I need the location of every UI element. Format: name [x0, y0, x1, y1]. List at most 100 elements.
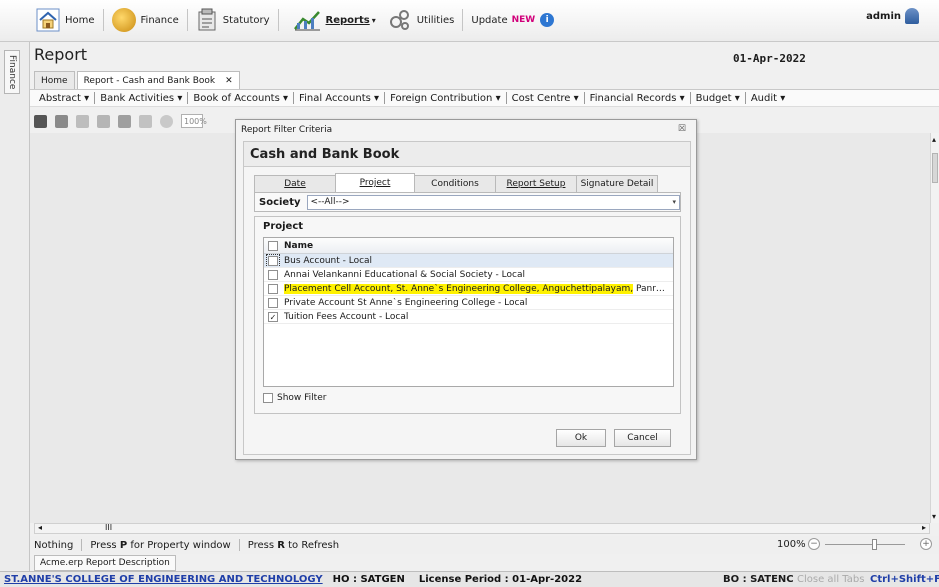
finance-side-tab[interactable]: Finance — [4, 50, 20, 95]
report-description-tab[interactable]: Acme.erp Report Description — [34, 555, 176, 571]
tab-signature-detail[interactable]: Signature Detail — [576, 175, 658, 192]
zoom-out-icon[interactable]: − — [808, 538, 820, 550]
page-title: Report — [34, 45, 88, 64]
hint-pre: Press — [90, 539, 120, 551]
statutory-icon — [198, 8, 216, 31]
report-filter-dialog: Report Filter Criteria ☒ Cash and Bank B… — [235, 119, 697, 460]
avatar — [905, 8, 919, 24]
menu-abstract[interactable]: Abstract ▾ — [34, 93, 94, 104]
menu-financial-records[interactable]: Financial Records ▾ — [585, 93, 690, 104]
open-icon[interactable] — [76, 114, 89, 128]
status-hint-property: Press P for Property window — [90, 540, 238, 551]
head-office: HO : SATGEN — [332, 574, 405, 585]
close-icon[interactable]: ☒ — [678, 124, 686, 134]
nav-divider — [102, 9, 104, 31]
vertical-scrollbar[interactable]: ▴ ▾ — [930, 133, 939, 523]
menu-abstract-label: Abstract — [39, 92, 81, 104]
show-filter-label: Show Filter — [277, 393, 327, 403]
project-checkbox[interactable] — [268, 269, 278, 280]
scroll-left-icon[interactable]: ◂ — [38, 523, 42, 532]
cancel-button[interactable]: Cancel — [614, 429, 671, 447]
menu-final-accounts[interactable]: Final Accounts ▾ — [294, 93, 384, 104]
zoom-icon[interactable] — [160, 114, 173, 128]
chevron-down-icon: ▾ — [734, 92, 740, 104]
table-row[interactable]: Annai Velankanni Educational & Social So… — [264, 268, 673, 282]
project-name: Private Account St Anne`s Engineering Co… — [284, 297, 528, 308]
menu-foreign-contribution[interactable]: Foreign Contribution ▾ — [385, 93, 506, 104]
print-preview-icon[interactable] — [34, 114, 47, 128]
nav-finance[interactable]: Finance — [106, 6, 185, 34]
nav-update[interactable]: Update NEW i — [465, 6, 560, 34]
find-icon[interactable] — [55, 114, 68, 128]
project-checkbox[interactable] — [268, 297, 278, 308]
nav-utilities[interactable]: Utilities — [382, 6, 461, 34]
tab-signature-detail-label: Signature Detail — [580, 179, 654, 189]
close-all-tabs-button[interactable]: Close all Tabs — [797, 574, 864, 585]
menu-audit-label: Audit — [750, 92, 778, 104]
select-all-checkbox[interactable] — [268, 240, 278, 251]
zoom-slider-track[interactable] — [825, 544, 905, 545]
menu-book-of-accounts[interactable]: Book of Accounts ▾ — [188, 93, 293, 104]
user-menu[interactable]: admin — [866, 8, 919, 24]
table-row[interactable]: Bus Account - Local — [264, 254, 673, 268]
tab-project-label: Project — [359, 178, 391, 188]
tab-conditions[interactable]: Conditions — [414, 175, 496, 192]
column-name-header[interactable]: Name — [284, 241, 313, 251]
quick-print-icon[interactable] — [118, 114, 131, 128]
tab-cash-bank-book[interactable]: Report - Cash and Bank Book ✕ — [76, 71, 240, 89]
scroll-thumb[interactable] — [932, 153, 938, 183]
project-checkbox[interactable] — [268, 283, 278, 294]
chevron-down-icon[interactable]: ▾ — [672, 198, 676, 206]
horizontal-scrollbar[interactable]: ◂ III ▸ — [34, 523, 930, 534]
zoom-slider-handle[interactable] — [872, 539, 877, 550]
tab-date[interactable]: Date — [254, 175, 336, 192]
ok-button[interactable]: Ok — [556, 429, 606, 447]
college-name-link[interactable]: ST.ANNE'S COLLEGE OF ENGINEERING AND TEC… — [0, 574, 323, 585]
scroll-right-icon[interactable]: ▸ — [922, 523, 926, 532]
close-icon[interactable]: ✕ — [225, 76, 233, 86]
tab-project[interactable]: Project — [335, 173, 415, 192]
nav-reports[interactable]: Reports ▾ — [287, 6, 382, 34]
society-dropdown[interactable]: <--All--> ▾ — [306, 194, 680, 210]
page-setup-icon[interactable] — [139, 114, 152, 128]
info-icon[interactable]: i — [540, 13, 555, 27]
project-checkbox[interactable] — [266, 254, 280, 267]
menu-bank-activities[interactable]: Bank Activities ▾ — [95, 93, 187, 104]
project-checkbox-checked[interactable]: ✓ — [268, 311, 278, 322]
table-row[interactable]: ✓ Tuition Fees Account - Local — [264, 310, 673, 324]
show-filter-checkbox[interactable] — [263, 393, 273, 403]
show-filter-option[interactable]: Show Filter — [263, 393, 326, 403]
table-row[interactable]: Placement Cell Account, St. Anne`s Engin… — [264, 282, 673, 296]
nav-divider — [186, 9, 188, 31]
current-date: 01-Apr-2022 — [733, 52, 806, 65]
status-state: Nothing — [34, 539, 74, 551]
dialog-titlebar[interactable]: Report Filter Criteria — [236, 120, 696, 140]
nav-statutory[interactable]: Statutory — [190, 6, 276, 34]
chevron-down-icon: ▾ — [780, 92, 786, 104]
scroll-grip[interactable]: III — [105, 523, 112, 532]
nav-divider — [462, 9, 464, 31]
chevron-down-icon: ▾ — [177, 92, 183, 104]
report-toolbar: 100% — [34, 111, 207, 131]
scroll-down-icon[interactable]: ▾ — [932, 512, 936, 521]
zoom-level-box[interactable]: 100% — [181, 114, 207, 128]
hint-pre: Press — [247, 539, 278, 551]
status-bar: Nothing Press P for Property window Pres… — [30, 536, 939, 554]
nav-home[interactable]: Home — [30, 6, 101, 34]
new-badge: NEW — [511, 15, 536, 25]
license-period: License Period : 01-Apr-2022 — [418, 574, 583, 585]
scroll-up-icon[interactable]: ▴ — [932, 135, 936, 144]
zoom-in-icon[interactable]: + — [920, 538, 932, 550]
print-icon[interactable] — [97, 114, 110, 128]
society-filter-row: Society <--All--> ▾ — [254, 192, 681, 212]
project-group-title: Project — [263, 221, 304, 232]
menu-cost-centre[interactable]: Cost Centre ▾ — [507, 93, 584, 104]
tab-report-setup[interactable]: Report Setup — [495, 175, 577, 192]
chevron-down-icon: ▾ — [371, 15, 376, 25]
tab-home[interactable]: Home — [34, 71, 75, 89]
society-value: <--All--> — [310, 197, 350, 207]
table-row[interactable]: Private Account St Anne`s Engineering Co… — [264, 296, 673, 310]
side-panel: Finance — [0, 42, 30, 571]
menu-audit[interactable]: Audit ▾ — [746, 93, 790, 104]
menu-budget[interactable]: Budget ▾ — [691, 93, 745, 104]
